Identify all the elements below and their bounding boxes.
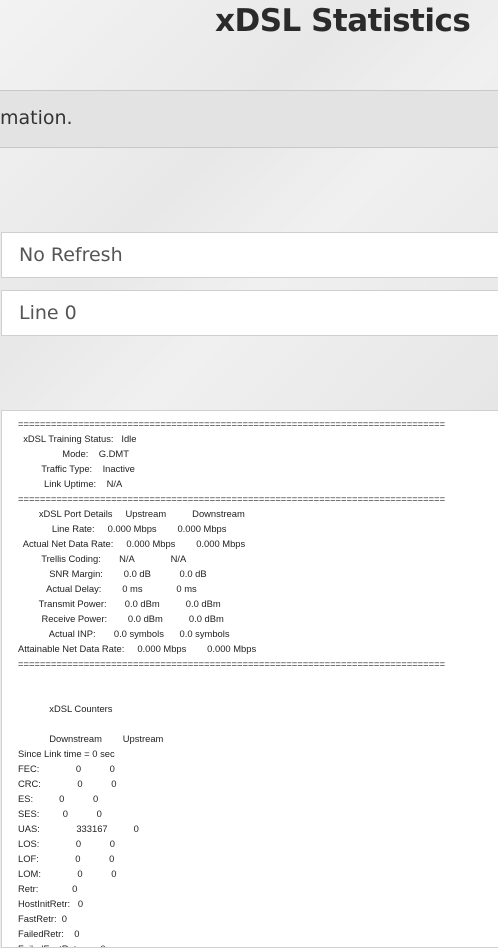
refresh-interval-value: No Refresh — [19, 244, 123, 266]
statistics-output: ========================================… — [18, 418, 446, 947]
statistics-text-area[interactable]: ========================================… — [1, 410, 498, 948]
page-background — [0, 0, 498, 410]
page-title: xDSL Statistics — [215, 3, 471, 39]
refresh-interval-select[interactable]: No Refresh — [1, 232, 498, 278]
info-text: mation. — [0, 107, 73, 129]
line-select-value: Line 0 — [19, 302, 77, 324]
info-bar: mation. — [0, 90, 498, 148]
line-select[interactable]: Line 0 — [1, 290, 498, 336]
